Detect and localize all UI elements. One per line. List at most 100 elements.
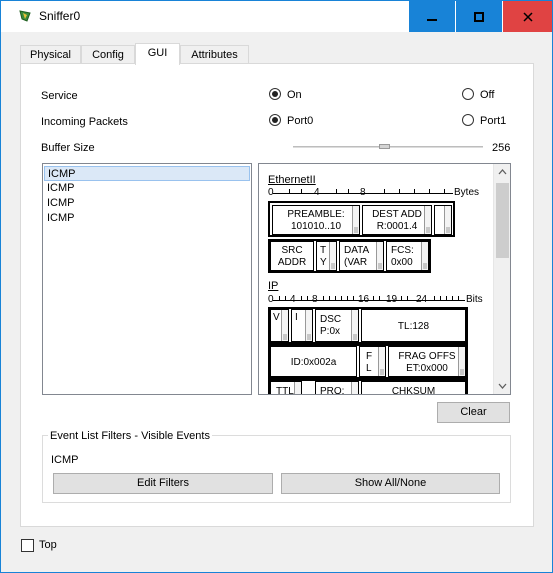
service-on-label[interactable]: On — [287, 89, 302, 101]
field-scroll[interactable] — [329, 242, 336, 270]
ethernet-ruler-mark: 0 — [268, 187, 274, 198]
ip-ruler-mark: 19 — [386, 294, 398, 305]
buffer-size-value: 256 — [492, 142, 511, 154]
ip-ruler-mark: 0 — [268, 294, 274, 305]
tab-gui[interactable]: GUI — [135, 43, 180, 65]
port1-radio[interactable] — [462, 114, 474, 126]
service-on-radio[interactable] — [269, 88, 281, 100]
field-scroll[interactable] — [281, 310, 288, 341]
ruler-tick — [329, 296, 330, 301]
top-checkbox[interactable] — [21, 539, 34, 552]
field-scroll[interactable] — [376, 242, 383, 270]
ethernet-section-title: EthernetII — [268, 174, 316, 186]
field-scroll[interactable] — [421, 242, 428, 270]
service-off-radio[interactable] — [462, 88, 474, 100]
list-item[interactable]: ICMP — [44, 181, 250, 196]
ruler-tick — [335, 296, 336, 301]
ethernet-ruler-mark: 8 — [360, 187, 366, 198]
ethernet-ruler-unit: Bytes — [454, 187, 480, 198]
incoming-packets-label: Incoming Packets — [41, 116, 128, 128]
window-title: Sniffer0 — [39, 9, 81, 23]
ruler-tick — [434, 296, 435, 301]
src-address-value: ADDR — [277, 257, 307, 268]
close-button[interactable] — [503, 1, 552, 32]
ihl-field: I — [291, 309, 313, 342]
ruler-tick — [407, 296, 408, 301]
scroll-up-arrow-icon[interactable] — [494, 164, 511, 181]
ruler-tick — [379, 296, 380, 301]
title-bar[interactable]: Sniffer0 — [1, 1, 552, 32]
maximize-button[interactable] — [456, 1, 502, 32]
flags-field: F L — [359, 346, 386, 377]
tab-attributes[interactable]: Attributes — [180, 45, 249, 64]
field-scroll[interactable] — [378, 347, 385, 376]
event-list[interactable]: ICMP ICMP ICMP ICMP — [42, 163, 252, 395]
port1-label[interactable]: Port1 — [480, 115, 506, 127]
ruler-tick — [348, 189, 349, 194]
ttl-field: TTL: — [270, 381, 302, 394]
ip-ruler-unit: Bits — [466, 294, 483, 305]
ip-section-title: IP — [268, 280, 279, 292]
ruler-tick — [444, 189, 445, 194]
list-item[interactable]: ICMP — [44, 196, 250, 211]
total-length-field: TL:128 — [361, 309, 466, 342]
ruler-tick — [440, 296, 441, 301]
preamble-field: PREAMBLE: 101010..10 — [272, 205, 360, 235]
field-scroll[interactable] — [444, 206, 451, 234]
total-length-value: TL:128 — [397, 321, 430, 332]
buffer-size-label: Buffer Size — [41, 142, 95, 154]
minimize-button[interactable] — [409, 1, 455, 32]
dscp-field: DSC P:0x — [315, 309, 359, 342]
field-scroll[interactable] — [294, 382, 301, 394]
app-icon — [19, 10, 31, 22]
ruler-tick — [446, 296, 447, 301]
edit-filters-button[interactable]: Edit Filters — [53, 473, 273, 494]
visible-events-text: ICMP — [51, 454, 79, 466]
minimize-icon — [427, 18, 437, 21]
ruler-tick — [384, 189, 385, 194]
checksum-label: CHKSUM — [391, 386, 436, 394]
show-all-none-button[interactable]: Show All/None — [281, 473, 500, 494]
ip-ruler-mark: 4 — [290, 294, 296, 305]
list-item[interactable]: ICMP — [44, 211, 250, 226]
ip-ruler-mark: 8 — [312, 294, 318, 305]
detail-vertical-scrollbar[interactable] — [493, 164, 510, 394]
dest-address-value: R:0001.4 — [376, 221, 418, 232]
field-scroll[interactable] — [305, 310, 312, 341]
ruler-tick — [414, 189, 415, 194]
ruler-tick — [458, 296, 459, 301]
clear-button[interactable]: Clear — [437, 402, 510, 423]
top-checkbox-label[interactable]: Top — [39, 539, 57, 551]
event-filters-group-title: Event List Filters - Visible Events — [48, 430, 212, 442]
fragment-offset-field: FRAG OFFS ET:0x000 — [388, 346, 466, 377]
port0-radio[interactable] — [269, 114, 281, 126]
field-scroll[interactable] — [351, 382, 358, 394]
scroll-down-arrow-icon[interactable] — [494, 377, 511, 394]
list-item[interactable]: ICMP — [44, 166, 250, 181]
ruler-tick — [301, 296, 302, 301]
ruler-tick — [301, 189, 302, 194]
port0-label[interactable]: Port0 — [287, 115, 313, 127]
field-scroll[interactable] — [424, 206, 431, 234]
ruler-tick — [353, 296, 354, 301]
sniffer-window: Sniffer0 Physical Config GUI Attributes … — [0, 0, 553, 573]
identification-field: ID:0x002a — [270, 346, 357, 377]
src-address-label: SRC — [281, 245, 303, 256]
field-scroll[interactable] — [458, 347, 465, 376]
ruler-tick — [341, 296, 342, 301]
preamble-label: PREAMBLE: — [287, 209, 345, 220]
tab-config[interactable]: Config — [81, 45, 135, 64]
buffer-size-slider-thumb[interactable] — [379, 144, 390, 149]
checksum-field: CHKSUM — [361, 381, 466, 394]
scrollbar-thumb[interactable] — [496, 183, 509, 258]
ruler-tick — [429, 189, 430, 194]
preamble-value: 101010..10 — [290, 221, 342, 232]
dest-address-field: DEST ADD R:0001.4 — [362, 205, 432, 235]
dest-address-overflow-field — [434, 205, 452, 235]
pdu-detail-view[interactable]: EthernetII 0 4 8 Bytes PREAMBLE: 101010.… — [258, 163, 511, 395]
field-scroll[interactable] — [351, 310, 358, 341]
tab-physical[interactable]: Physical — [20, 45, 81, 64]
type-field: T Y — [316, 241, 337, 271]
service-off-label[interactable]: Off — [480, 89, 494, 101]
field-scroll[interactable] — [352, 206, 359, 234]
